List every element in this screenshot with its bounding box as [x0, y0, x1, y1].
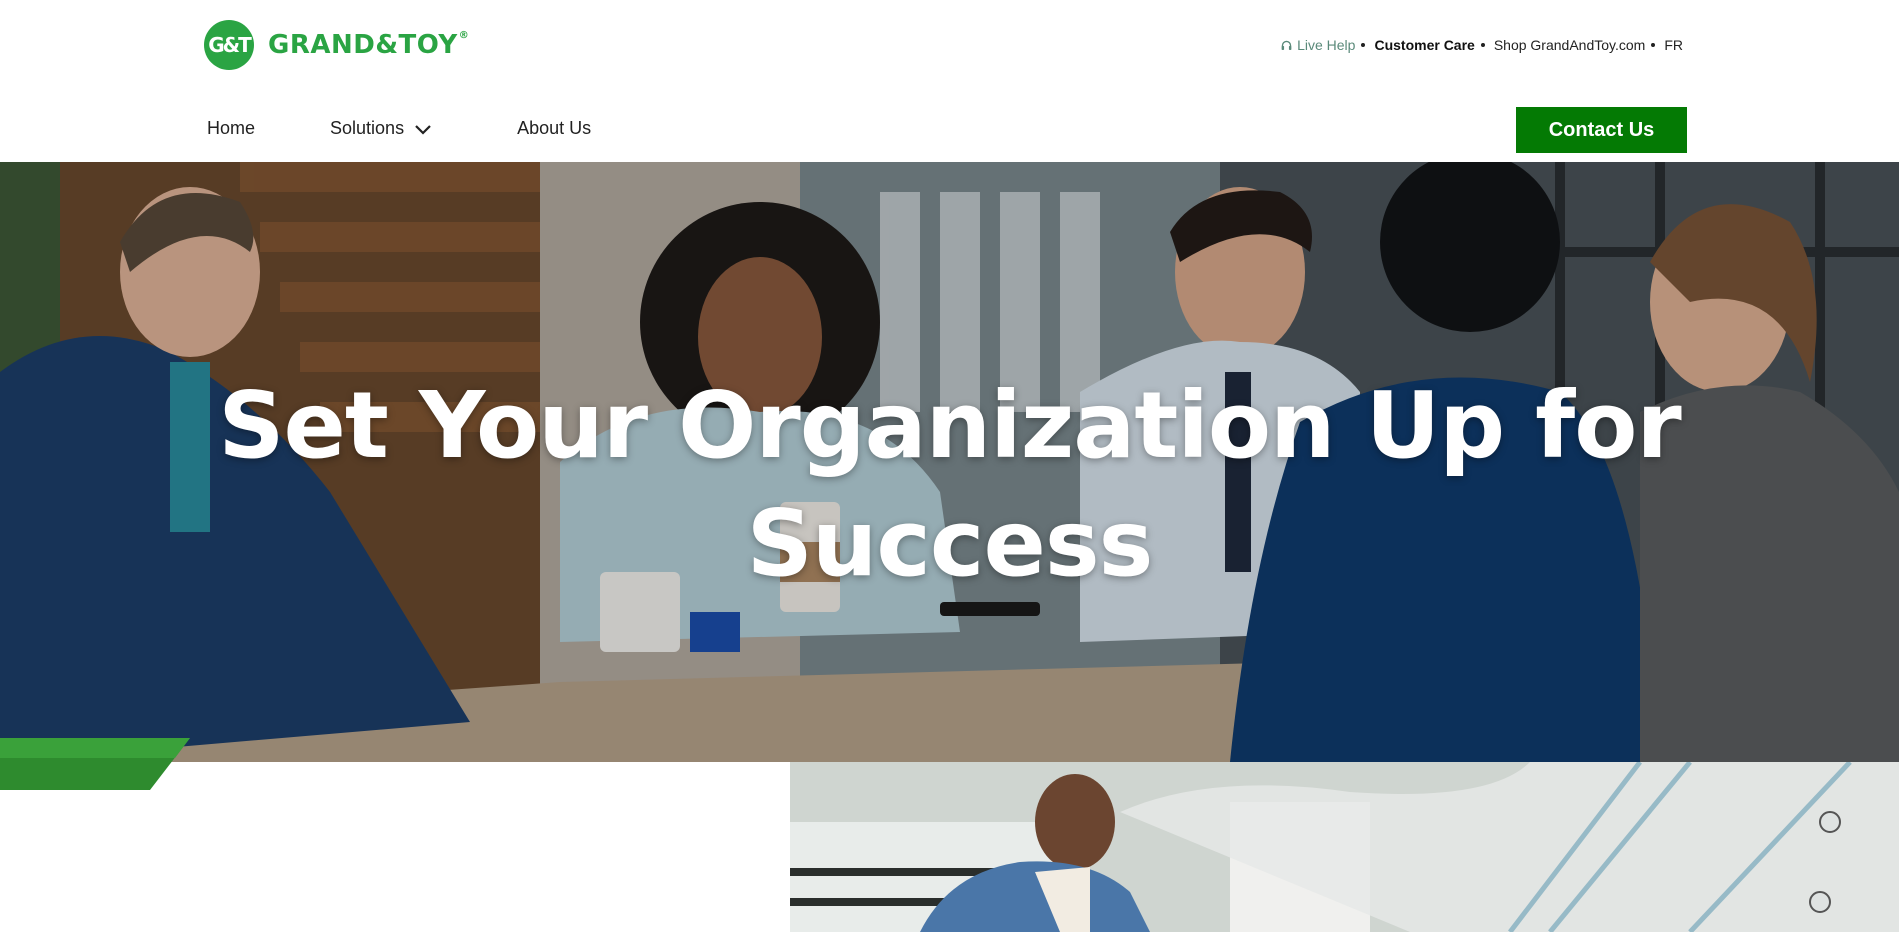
nav-item-solutions[interactable]: Solutions	[330, 118, 432, 139]
separator-dot	[1361, 43, 1366, 47]
live-help-label: Live Help	[1297, 37, 1356, 53]
nav-item-about-us[interactable]: About Us	[517, 118, 591, 139]
language-toggle-fr[interactable]: FR	[1664, 37, 1683, 53]
businessman-photo	[790, 762, 1899, 932]
registered-mark: ®	[458, 30, 470, 41]
grand-and-toy-logo[interactable]: G&T GRAND&TOY®	[204, 20, 469, 70]
live-help-link[interactable]: Live Help	[1280, 37, 1355, 53]
separator-dot	[1651, 43, 1656, 47]
utility-nav: Live Help Customer Care Shop GrandAndToy…	[1280, 37, 1683, 53]
nav-item-solutions-label: Solutions	[330, 118, 405, 138]
logo-wordmark: GRAND&TOY®	[268, 30, 469, 60]
hero-title: Set Your Organization Up for Success	[0, 367, 1899, 603]
hero-title-line2: Success	[746, 490, 1154, 597]
main-nav: Home Solutions About Us	[207, 118, 591, 139]
logo-wordmark-text: GRAND&TOY	[268, 30, 458, 60]
hero-banner: Set Your Organization Up for Success	[0, 162, 1899, 762]
nav-item-home[interactable]: Home	[207, 118, 255, 139]
separator-dot	[1480, 43, 1485, 47]
chevron-down-icon	[415, 124, 431, 135]
site-header: G&T GRAND&TOY® Live Help Customer Care S…	[0, 0, 1899, 162]
hero-title-line1: Set Your Organization Up for	[218, 372, 1682, 479]
green-accent-band	[0, 738, 190, 790]
lower-photo-businessman	[790, 762, 1899, 932]
shop-link[interactable]: Shop GrandAndToy.com	[1494, 37, 1646, 53]
contact-us-button[interactable]: Contact Us	[1516, 107, 1687, 153]
headset-icon	[1281, 40, 1292, 50]
logo-badge: G&T	[204, 20, 254, 70]
customer-care-link[interactable]: Customer Care	[1374, 37, 1474, 53]
